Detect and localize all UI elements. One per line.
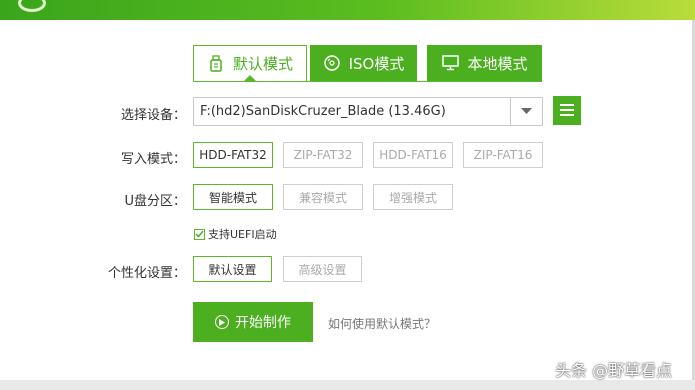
- tab-underline: [193, 81, 542, 82]
- device-menu-button[interactable]: [553, 96, 581, 125]
- tab-label: 默认模式: [232, 55, 293, 73]
- write-mode-hdd-fat16[interactable]: HDD-FAT16: [373, 142, 453, 168]
- personalize-advanced[interactable]: 高级设置: [283, 256, 362, 282]
- checkmark-icon: [194, 228, 205, 240]
- tab-default-mode[interactable]: 默认模式: [193, 45, 307, 82]
- device-label: 选择设备：: [120, 108, 186, 123]
- device-select[interactable]: F:(hd2)SanDiskCruzer_Blade (13.46G): [193, 97, 543, 126]
- tab-iso-mode[interactable]: ISO模式: [310, 45, 417, 81]
- partition-label: U盘分区：: [124, 194, 186, 209]
- bottom-bar: [0, 380, 695, 390]
- personalize-label: 个性化设置：: [107, 266, 186, 281]
- play-icon: [215, 315, 229, 329]
- write-mode-zip-fat16[interactable]: ZIP-FAT16: [463, 142, 543, 168]
- uefi-checkbox[interactable]: 支持UEFI启动: [194, 226, 277, 242]
- watermark: 头条 @野草看点: [555, 361, 673, 380]
- write-mode-label: 写入模式：: [120, 152, 186, 167]
- write-mode-zip-fat32[interactable]: ZIP-FAT32: [283, 142, 363, 168]
- tab-local-mode[interactable]: 本地模式: [427, 45, 542, 81]
- disc-icon: [323, 54, 341, 72]
- write-mode-hdd-fat32[interactable]: HDD-FAT32: [193, 142, 273, 168]
- partition-enhanced-mode[interactable]: 增强模式: [373, 184, 453, 210]
- title-bar: [0, 0, 695, 20]
- uefi-label: 支持UEFI启动: [208, 228, 277, 241]
- start-label: 开始制作: [235, 315, 291, 331]
- tab-label: ISO模式: [348, 54, 405, 73]
- usb-drive-icon: [207, 55, 225, 73]
- monitor-icon: [441, 54, 459, 72]
- personalize-default[interactable]: 默认设置: [193, 256, 272, 282]
- device-value: F:(hd2)SanDiskCruzer_Blade (13.46G): [200, 104, 446, 119]
- start-button[interactable]: 开始制作: [193, 302, 313, 342]
- partition-compat-mode[interactable]: 兼容模式: [283, 184, 363, 210]
- app-logo: [18, 0, 46, 12]
- menu-icon: [560, 101, 574, 120]
- chevron-down-icon[interactable]: [510, 98, 542, 125]
- tab-label: 本地模式: [467, 54, 528, 73]
- partition-smart-mode[interactable]: 智能模式: [193, 184, 273, 210]
- help-link[interactable]: 如何使用默认模式？: [328, 315, 436, 332]
